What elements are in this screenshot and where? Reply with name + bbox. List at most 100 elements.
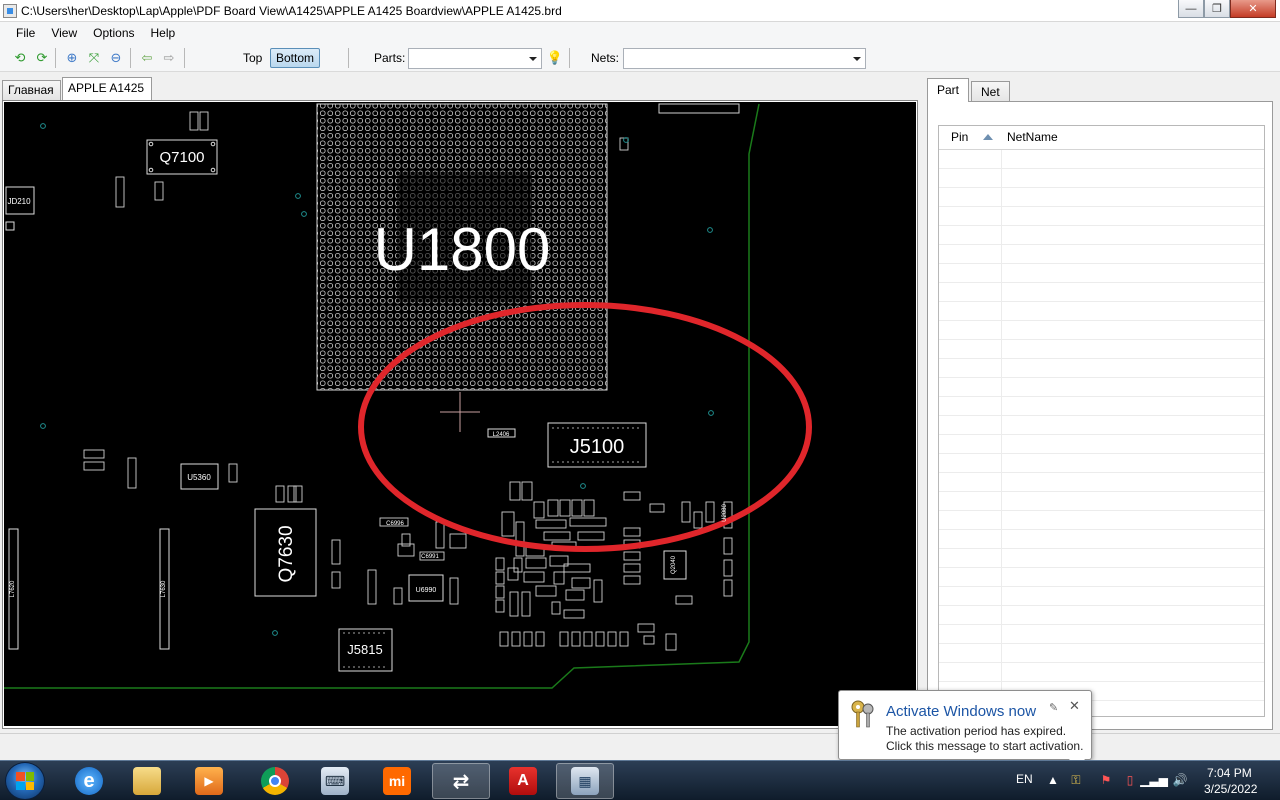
label-c6996: C6996 <box>386 521 404 527</box>
smd-pad <box>127 457 137 489</box>
window-title: C:\Users\her\Desktop\Lap\Apple\PDF Board… <box>21 4 562 18</box>
label-l7630: L7630 <box>161 580 167 597</box>
top-side-toggle[interactable]: Top <box>243 51 262 65</box>
app-icon <box>3 4 17 18</box>
pin-icon[interactable]: ✎ <box>1049 701 1058 714</box>
smd-pad <box>607 631 617 647</box>
bottom-side-toggle[interactable]: Bottom <box>270 48 321 68</box>
smd-pad <box>565 589 585 601</box>
via <box>708 410 714 416</box>
rotate-right-icon[interactable]: ⟳ <box>34 50 50 66</box>
lightbulb-icon[interactable]: 💡 <box>547 50 563 66</box>
smd-pad <box>83 449 105 459</box>
chrome-icon <box>261 767 289 795</box>
tab-net[interactable]: Net <box>971 81 1010 102</box>
label-q2040: Q2040 <box>671 555 677 574</box>
column-header-netname[interactable]: NetName <box>995 126 1058 149</box>
via <box>301 211 307 217</box>
arrow-left-icon[interactable]: ⇦ <box>139 50 155 66</box>
zoom-in-icon[interactable]: ⊕ <box>64 50 80 66</box>
shuffle-icon: ⇄ <box>452 770 470 793</box>
smd-pad <box>523 631 533 647</box>
label-jd210: JD210 <box>7 197 31 206</box>
zoom-out-icon[interactable]: ⊖ <box>108 50 124 66</box>
taskbar-media-player[interactable]: ▶ <box>180 763 238 799</box>
mi-icon: mi <box>383 767 411 795</box>
rotate-left-icon[interactable]: ⟲ <box>12 50 28 66</box>
arrow-right-icon[interactable]: ⇨ <box>161 50 177 66</box>
crosshair-cursor <box>440 392 480 432</box>
menu-file[interactable]: File <box>8 26 43 40</box>
close-button[interactable]: ✕ <box>1230 0 1276 18</box>
sort-ascending-icon <box>983 134 993 140</box>
maximize-button[interactable]: ❐ <box>1204 0 1230 18</box>
nets-label: Nets: <box>591 51 620 65</box>
minimize-button[interactable]: — <box>1178 0 1204 18</box>
clock-time[interactable]: 7:04 PM <box>1207 766 1252 780</box>
board-canvas[interactable]: U1800 Q7100 J5100 Q7630 J5815 JD210 U536… <box>4 102 916 726</box>
activation-key-tray-icon[interactable]: ⚿ <box>1068 772 1084 788</box>
show-hidden-icons-arrow[interactable]: ▲ <box>1045 772 1061 788</box>
taskbar-internet-explorer[interactable]: e <box>60 763 118 799</box>
smd-pad <box>499 631 509 647</box>
tab-main[interactable]: Главная <box>2 80 61 100</box>
smd-pad <box>509 481 521 501</box>
label-u5360: U5360 <box>187 473 211 482</box>
label-j5815: J5815 <box>347 642 382 657</box>
taskbar-acrobat[interactable]: A <box>494 763 552 799</box>
label-l2406: L2406 <box>493 432 510 438</box>
taskbar-shuffle-app[interactable]: ⇄ <box>432 763 490 799</box>
toolbar-separator <box>184 48 185 68</box>
smd-pad <box>199 111 209 131</box>
nets-combobox[interactable] <box>623 48 866 69</box>
label-q7630: Q7630 <box>276 525 297 582</box>
smd-pad <box>571 499 583 517</box>
title-bar[interactable]: C:\Users\her\Desktop\Lap\Apple\PDF Board… <box>0 0 1280 22</box>
notification-close-button[interactable]: ✕ <box>1069 698 1080 714</box>
volume-icon[interactable]: 🔊 <box>1172 772 1188 788</box>
grid-rows <box>939 150 1264 716</box>
smd-pad <box>535 631 545 647</box>
toolbar: ⟲ ⟳ ⊕ ⤧ ⊖ ⇦ ⇨ Top Bottom Parts: 💡 Nets: <box>0 44 1280 72</box>
smd-pad <box>154 181 164 201</box>
network-signal-icon[interactable]: ▁▃▅ <box>1140 772 1168 788</box>
action-center-flag-icon[interactable]: ⚑ <box>1098 772 1114 788</box>
smd-pad <box>495 557 505 571</box>
tab-part[interactable]: Part <box>927 78 970 102</box>
smd-pad <box>681 501 691 523</box>
menu-options[interactable]: Options <box>85 26 142 40</box>
label-u6990: U6990 <box>416 587 437 594</box>
language-indicator[interactable]: EN <box>1016 772 1033 786</box>
notification-title[interactable]: Activate Windows now <box>886 703 1036 720</box>
boardview-icon: ▦ <box>571 767 599 795</box>
smd-pad <box>571 577 591 589</box>
smd-pad <box>275 485 285 503</box>
smd-pad <box>595 631 605 647</box>
activation-notification[interactable]: Activate Windows now The activation peri… <box>838 690 1092 769</box>
smd-pad <box>577 531 605 541</box>
pin-grid[interactable]: Pin NetName <box>938 125 1265 717</box>
chevron-down-icon[interactable] <box>853 57 861 61</box>
start-button[interactable] <box>5 762 45 800</box>
clock-date[interactable]: 3/25/2022 <box>1204 782 1257 796</box>
menu-view[interactable]: View <box>43 26 85 40</box>
taskbar-boardview-app[interactable]: ▦ <box>556 763 614 799</box>
taskbar-file-explorer[interactable] <box>118 763 176 799</box>
zoom-fit-icon[interactable]: ⤧ <box>86 50 102 66</box>
chevron-down-icon[interactable] <box>529 57 537 61</box>
taskbar-mi-app[interactable]: mi <box>368 763 426 799</box>
label-c6991: C6991 <box>421 554 439 560</box>
label-u1800: U1800 <box>374 216 551 283</box>
menu-help[interactable]: Help <box>143 26 184 40</box>
parts-combobox[interactable] <box>408 48 542 69</box>
smd-pad <box>521 591 531 617</box>
taskbar-keyboard-app[interactable]: ⌨ <box>306 763 364 799</box>
smd-pad <box>723 559 733 577</box>
smd-pad <box>723 579 733 597</box>
smd-pad <box>583 631 593 647</box>
tab-board[interactable]: APPLE A1425 <box>62 77 152 100</box>
smd-pad <box>665 633 677 651</box>
taskbar-chrome[interactable] <box>246 763 304 799</box>
smd-pad <box>623 575 641 585</box>
power-warning-icon[interactable]: ▯ <box>1122 772 1138 788</box>
